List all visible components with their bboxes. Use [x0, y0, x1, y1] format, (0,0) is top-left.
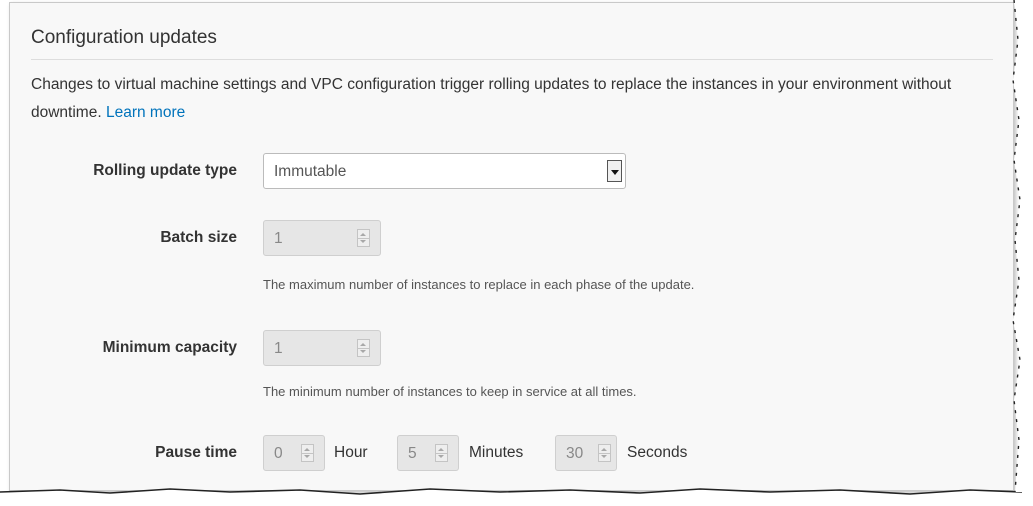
pause-hour-unit: Hour — [334, 444, 368, 461]
spinner-down-icon — [304, 455, 310, 458]
spinner-up-icon — [438, 448, 444, 451]
spinner-up-icon — [304, 448, 310, 451]
spinner-down-icon — [438, 455, 444, 458]
pause-minutes-unit: Minutes — [469, 444, 524, 461]
dropdown-button[interactable] — [607, 160, 622, 182]
minimum-capacity-label: Minimum capacity — [102, 339, 237, 356]
spinner-up-icon — [360, 343, 366, 346]
pause-minutes-spinner[interactable] — [435, 444, 448, 462]
rolling-update-type-label: Rolling update type — [93, 162, 237, 179]
spinner-down-icon — [360, 240, 366, 243]
pause-seconds-unit: Seconds — [627, 444, 688, 461]
spinner-divider — [599, 453, 610, 454]
spinner-up-icon — [360, 233, 366, 236]
spinner-divider — [358, 238, 369, 239]
pause-seconds-input[interactable]: 30 — [555, 435, 617, 471]
batch-size-help: The maximum number of instances to repla… — [263, 277, 695, 292]
learn-more-link[interactable]: Learn more — [106, 104, 185, 121]
spinner-divider — [302, 453, 313, 454]
title-divider — [31, 59, 993, 60]
rolling-update-type-value: Immutable — [274, 163, 347, 180]
section-description: Changes to virtual machine settings and … — [31, 71, 991, 127]
spinner-down-icon — [601, 455, 607, 458]
spinner-divider — [436, 453, 447, 454]
chevron-down-icon — [611, 170, 619, 175]
spinner-down-icon — [360, 350, 366, 353]
minimum-capacity-value: 1 — [274, 340, 283, 357]
rolling-update-type-select[interactable]: Immutable — [263, 153, 626, 189]
minimum-capacity-help: The minimum number of instances to keep … — [263, 384, 637, 399]
pause-time-label: Pause time — [155, 444, 237, 461]
pause-seconds-spinner[interactable] — [598, 444, 611, 462]
minimum-capacity-input[interactable]: 1 — [263, 330, 381, 366]
batch-size-input[interactable]: 1 — [263, 220, 381, 256]
batch-size-label: Batch size — [160, 229, 237, 246]
section-title: Configuration updates — [31, 27, 217, 48]
pause-minutes-input[interactable]: 5 — [397, 435, 459, 471]
batch-size-spinner[interactable] — [357, 229, 370, 247]
batch-size-value: 1 — [274, 230, 283, 247]
pause-seconds-value: 30 — [566, 445, 584, 462]
minimum-capacity-spinner[interactable] — [357, 339, 370, 357]
pause-minutes-value: 5 — [408, 445, 417, 462]
configuration-updates-panel: Configuration updates Changes to virtual… — [9, 2, 1014, 491]
spinner-up-icon — [601, 448, 607, 451]
pause-hour-input[interactable]: 0 — [263, 435, 325, 471]
spinner-divider — [358, 348, 369, 349]
pause-hour-value: 0 — [274, 445, 283, 462]
pause-hour-spinner[interactable] — [301, 444, 314, 462]
